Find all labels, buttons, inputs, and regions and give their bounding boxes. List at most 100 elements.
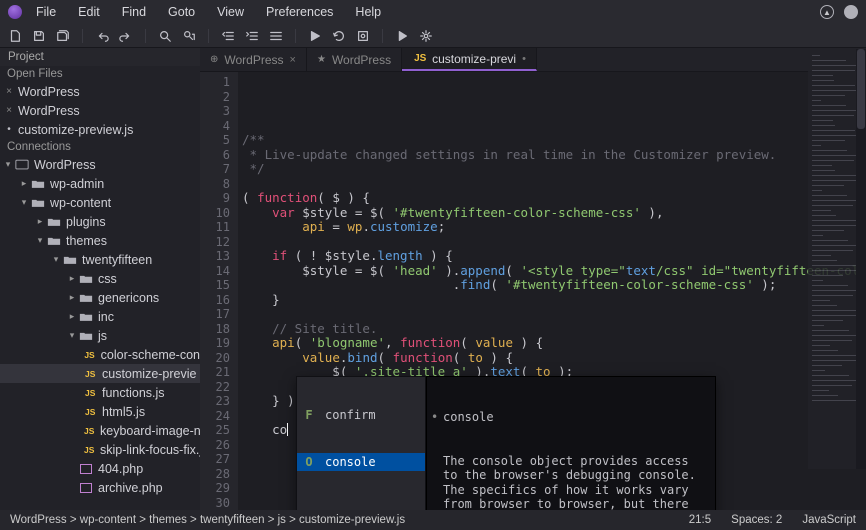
close-icon[interactable]: × (4, 105, 14, 116)
tree-label: genericons (98, 291, 159, 305)
tree-folder[interactable]: ▸ inc (0, 307, 200, 326)
open-files-list: × WordPress × WordPress • customize-prev… (0, 82, 200, 139)
tree-folder[interactable]: ▸ plugins (0, 212, 200, 231)
chevron-right-icon[interactable]: ▸ (66, 311, 78, 322)
tree-file[interactable]: JS keyboard-image-na (0, 421, 200, 440)
save-icon[interactable] (32, 29, 46, 43)
close-icon[interactable]: × (290, 54, 296, 66)
doc-body: The console object provides access to th… (443, 454, 707, 511)
sidebar: Project Open Files × WordPress × WordPre… (0, 48, 200, 510)
chevron-right-icon[interactable]: ▸ (34, 216, 46, 227)
cursor-position[interactable]: 21:5 (689, 514, 711, 526)
tree-file[interactable]: JS functions.js (0, 383, 200, 402)
tree-folder[interactable]: ▾ wp-content (0, 193, 200, 212)
open-file-item[interactable]: × WordPress (0, 82, 200, 101)
menu-help[interactable]: Help (355, 5, 381, 19)
autocomplete-option[interactable]: F confirm (297, 406, 425, 424)
editor-body[interactable]: 1234567891011121314151617181920212223242… (200, 72, 866, 510)
image-icon (78, 481, 94, 495)
menu-file[interactable]: File (36, 5, 56, 19)
save-all-icon[interactable] (56, 29, 70, 43)
editor-tab[interactable]: JS customize-previ • (402, 48, 537, 71)
tree-folder[interactable]: ▾ twentyfifteen (0, 250, 200, 269)
autocomplete-list: F confirm O console (296, 376, 426, 510)
tree-file[interactable]: JS customize-previe (0, 364, 200, 383)
tree-file[interactable]: JS color-scheme-con (0, 345, 200, 364)
tree-label: plugins (66, 215, 106, 229)
js-icon: JS (82, 405, 98, 419)
replace-icon[interactable] (182, 29, 196, 43)
autocomplete-option[interactable]: O console (297, 453, 425, 471)
main-menu: File Edit Find Goto View Preferences Hel… (36, 5, 820, 19)
indent-icon[interactable] (245, 29, 259, 43)
tree-label: keyboard-image-na (100, 424, 200, 438)
tree-root[interactable]: ▾ WordPress (0, 155, 200, 174)
notification-icon[interactable]: ▲ (820, 5, 834, 19)
tree-folder[interactable]: ▾ js (0, 326, 200, 345)
tree-label: 404.php (98, 462, 143, 476)
tree-label: functions.js (102, 386, 165, 400)
line-gutter: 1234567891011121314151617181920212223242… (200, 72, 238, 510)
redo-icon[interactable] (119, 29, 133, 43)
chevron-down-icon[interactable]: ▾ (18, 197, 30, 208)
tree-folder[interactable]: ▸ wp-admin (0, 174, 200, 193)
menu-edit[interactable]: Edit (78, 5, 100, 19)
open-file-item[interactable]: • customize-preview.js (0, 120, 200, 139)
search-icon[interactable] (158, 29, 172, 43)
close-icon[interactable]: × (4, 86, 14, 97)
doc-title: console (443, 410, 707, 425)
outdent-icon[interactable] (221, 29, 235, 43)
play-icon[interactable] (395, 29, 409, 43)
tree-file[interactable]: JS skip-link-focus-fix.j (0, 440, 200, 459)
tree-folder[interactable]: ▸ genericons (0, 288, 200, 307)
new-file-icon[interactable] (8, 29, 22, 43)
toolbar (0, 24, 866, 48)
chevron-right-icon[interactable]: ▸ (18, 178, 30, 189)
tree-file[interactable]: 404.php (0, 459, 200, 478)
settings-icon[interactable] (419, 29, 433, 43)
tree-label: html5.js (102, 405, 145, 419)
target-icon[interactable] (356, 29, 370, 43)
user-icon[interactable] (844, 5, 858, 19)
code-area[interactable]: /** * Live-update changed settings in re… (238, 72, 866, 510)
editor-tab[interactable]: ★ WordPress (307, 48, 402, 71)
menu-view[interactable]: View (217, 5, 244, 19)
menu-preferences[interactable]: Preferences (266, 5, 333, 19)
scrollbar-vertical[interactable] (856, 49, 866, 469)
chevron-down-icon[interactable]: ▾ (34, 235, 46, 246)
star-icon: ★ (317, 54, 326, 65)
tree-label: customize-previe (102, 367, 196, 381)
tree-folder[interactable]: ▸ css (0, 269, 200, 288)
autocomplete-doc: console The console object provides acce… (426, 376, 716, 510)
tree-folder[interactable]: ▾ themes (0, 231, 200, 250)
dedent-block-icon[interactable] (269, 29, 283, 43)
tree-file[interactable]: archive.php (0, 478, 200, 497)
editor-tab[interactable]: ⊕ WordPress × (200, 48, 307, 71)
chevron-down-icon[interactable]: ▾ (66, 330, 78, 341)
dirty-icon: • (522, 53, 526, 65)
dirty-icon[interactable]: • (4, 124, 14, 135)
run-icon[interactable] (308, 29, 322, 43)
scrollbar-thumb[interactable] (857, 49, 865, 129)
workarea: Project Open Files × WordPress × WordPre… (0, 48, 866, 510)
folder-icon (78, 310, 94, 324)
indentation[interactable]: Spaces: 2 (731, 514, 782, 526)
chevron-down-icon[interactable]: ▾ (2, 159, 14, 170)
chevron-down-icon[interactable]: ▾ (50, 254, 62, 265)
breadcrumb[interactable]: WordPress > wp-content > themes > twenty… (10, 514, 669, 526)
menu-goto[interactable]: Goto (168, 5, 195, 19)
chevron-right-icon[interactable]: ▸ (66, 273, 78, 284)
tree-file[interactable]: JS html5.js (0, 402, 200, 421)
language-mode[interactable]: JavaScript (802, 514, 856, 526)
js-icon: JS (82, 443, 96, 457)
undo-icon[interactable] (95, 29, 109, 43)
open-file-item[interactable]: × WordPress (0, 101, 200, 120)
menu-find[interactable]: Find (122, 5, 146, 19)
folder-icon (30, 196, 46, 210)
chevron-right-icon[interactable]: ▸ (66, 292, 78, 303)
tree-label: twentyfifteen (82, 253, 152, 267)
stop-reload-icon[interactable] (332, 29, 346, 43)
tree-label: themes (66, 234, 107, 248)
folder-icon (46, 215, 62, 229)
tree-label: color-scheme-con (101, 348, 200, 362)
